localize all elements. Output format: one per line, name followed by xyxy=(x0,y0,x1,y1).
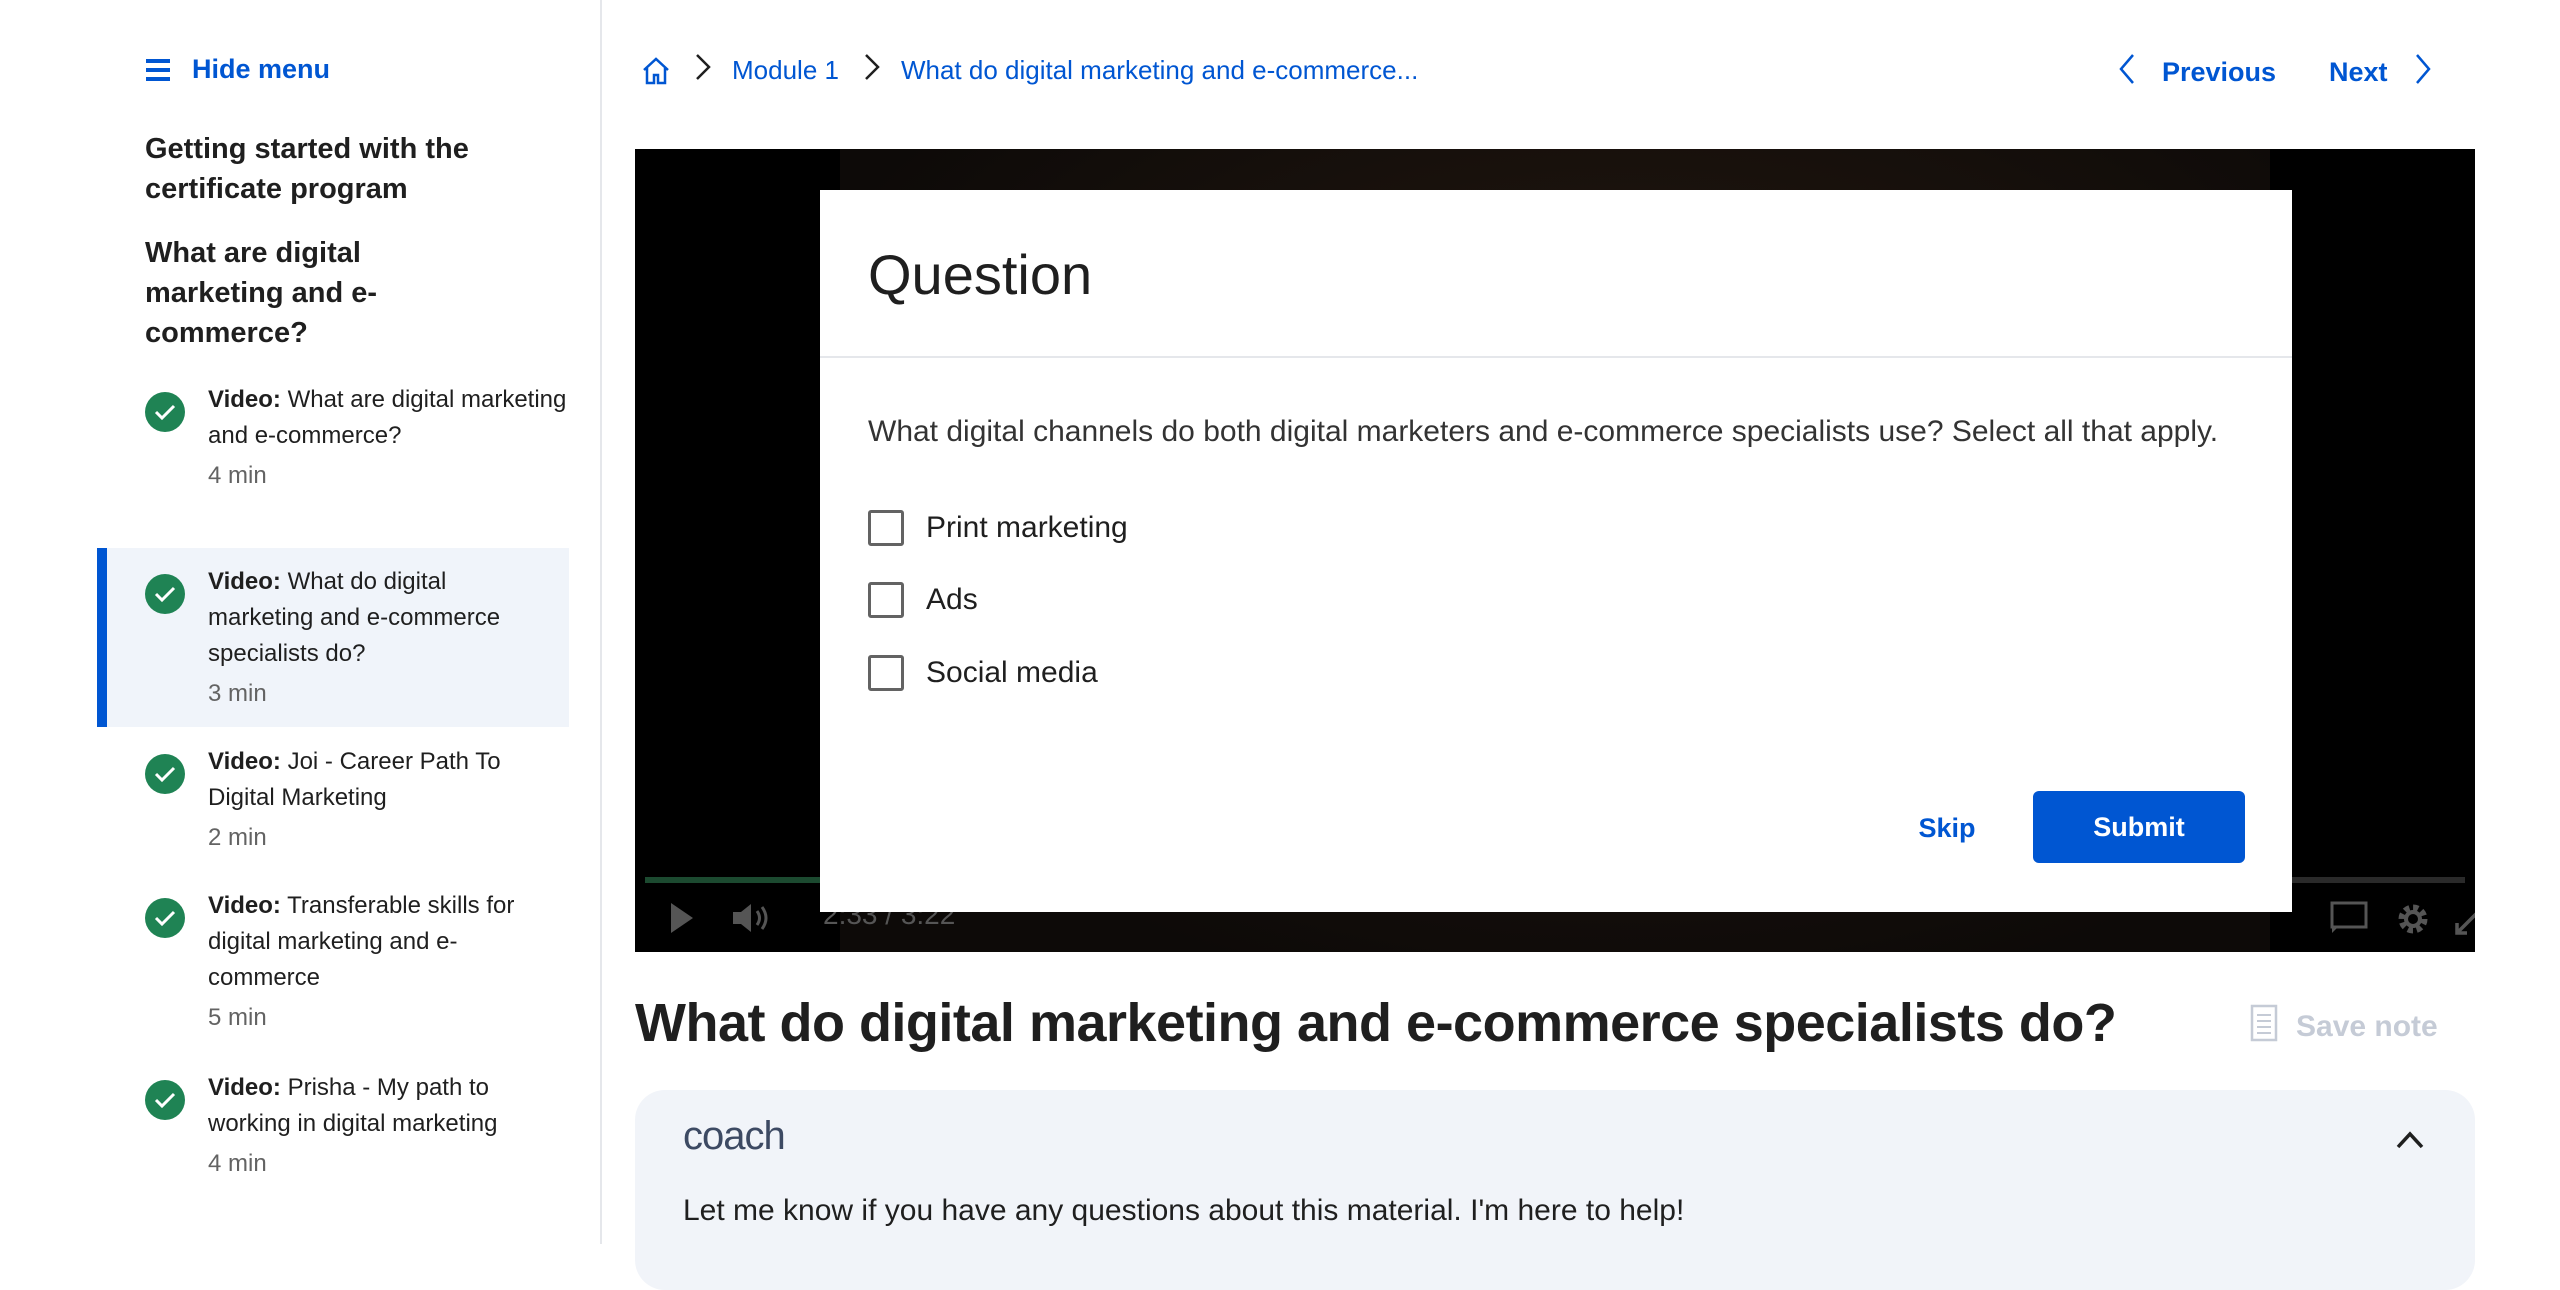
checkbox[interactable] xyxy=(868,510,904,546)
option-social-media[interactable]: Social media xyxy=(868,655,1098,691)
check-circle-icon xyxy=(145,574,185,614)
option-print-marketing[interactable]: Print marketing xyxy=(868,510,1128,546)
sidebar-item-video-2[interactable]: Video: What do digital marketing and e-c… xyxy=(97,548,569,727)
question-modal: Question What digital channels do both d… xyxy=(820,190,2292,912)
coach-panel: coach Let me know if you have any questi… xyxy=(635,1090,2475,1290)
item-type: Video: xyxy=(208,1074,281,1101)
chevron-left-icon xyxy=(2118,52,2136,93)
breadcrumb-current-link[interactable]: What do digital marketing and e-commerce… xyxy=(901,55,1418,86)
divider xyxy=(820,356,2292,358)
note-icon xyxy=(2250,1004,2278,1050)
item-type: Video: xyxy=(208,568,281,595)
sidebar-item-video-4[interactable]: Video: Transferable skills for digital m… xyxy=(97,888,569,1036)
chevron-right-icon xyxy=(694,52,712,89)
item-duration: 2 min xyxy=(208,824,267,851)
next-label: Next xyxy=(2329,57,2388,87)
option-label: Social media xyxy=(926,656,1098,689)
item-type: Video: xyxy=(208,748,281,775)
save-note-label: Save note xyxy=(2296,1010,2438,1043)
chevron-right-icon xyxy=(2414,52,2432,93)
play-icon[interactable] xyxy=(669,901,695,942)
skip-button[interactable]: Skip xyxy=(1897,808,1997,848)
page-title: What do digital marketing and e-commerce… xyxy=(635,993,2117,1053)
option-label: Print marketing xyxy=(926,511,1128,544)
question-prompt: What digital channels do both digital ma… xyxy=(868,415,2219,448)
next-button[interactable]: Next xyxy=(2329,52,2432,93)
checkbox[interactable] xyxy=(868,655,904,691)
hide-menu-label: Hide menu xyxy=(192,54,331,84)
sidebar-item-video-3[interactable]: Video: Joi - Career Path To Digital Mark… xyxy=(97,744,569,856)
check-circle-icon xyxy=(145,1080,185,1120)
chevron-up-icon[interactable] xyxy=(2395,1130,2425,1155)
item-type: Video: xyxy=(208,386,281,413)
save-note-button[interactable]: Save note xyxy=(2250,1004,2438,1050)
hide-menu-button[interactable]: Hide menu xyxy=(146,54,330,85)
subsection-title: What are digital marketing and e-commerc… xyxy=(145,237,378,349)
item-duration: 4 min xyxy=(208,462,267,489)
coach-message: Let me know if you have any questions ab… xyxy=(683,1194,1685,1227)
volume-icon[interactable] xyxy=(731,901,771,942)
option-label: Ads xyxy=(926,583,978,616)
check-circle-icon xyxy=(145,898,185,938)
menu-icon xyxy=(146,58,170,81)
question-title: Question xyxy=(868,243,1093,306)
item-duration: 4 min xyxy=(208,1150,267,1177)
check-circle-icon xyxy=(145,392,185,432)
checkbox[interactable] xyxy=(868,582,904,618)
section-title: Getting started with the certificate pro… xyxy=(145,133,469,205)
breadcrumb-module-link[interactable]: Module 1 xyxy=(732,55,839,86)
fullscreen-icon[interactable] xyxy=(2453,901,2475,944)
submit-button[interactable]: Submit xyxy=(2033,791,2245,863)
chevron-right-icon xyxy=(863,52,881,89)
sidebar: Hide menu Getting started with the certi… xyxy=(0,0,602,1244)
option-ads[interactable]: Ads xyxy=(868,582,978,618)
item-duration: 5 min xyxy=(208,1004,267,1031)
home-icon[interactable] xyxy=(640,55,672,87)
item-duration: 3 min xyxy=(208,680,267,707)
settings-gear-icon[interactable] xyxy=(2395,901,2431,944)
item-type: Video: xyxy=(208,892,281,919)
check-circle-icon xyxy=(145,754,185,794)
sidebar-item-video-5[interactable]: Video: Prisha - My path to working in di… xyxy=(97,1070,569,1182)
captions-icon[interactable] xyxy=(2330,901,2368,942)
sidebar-item-video-1[interactable]: Video: What are digital marketing and e-… xyxy=(97,382,569,532)
breadcrumb: Module 1 What do digital marketing and e… xyxy=(640,52,1418,89)
previous-button[interactable]: Previous xyxy=(2118,52,2276,93)
previous-label: Previous xyxy=(2162,57,2277,87)
coach-logo: coach xyxy=(683,1114,786,1158)
